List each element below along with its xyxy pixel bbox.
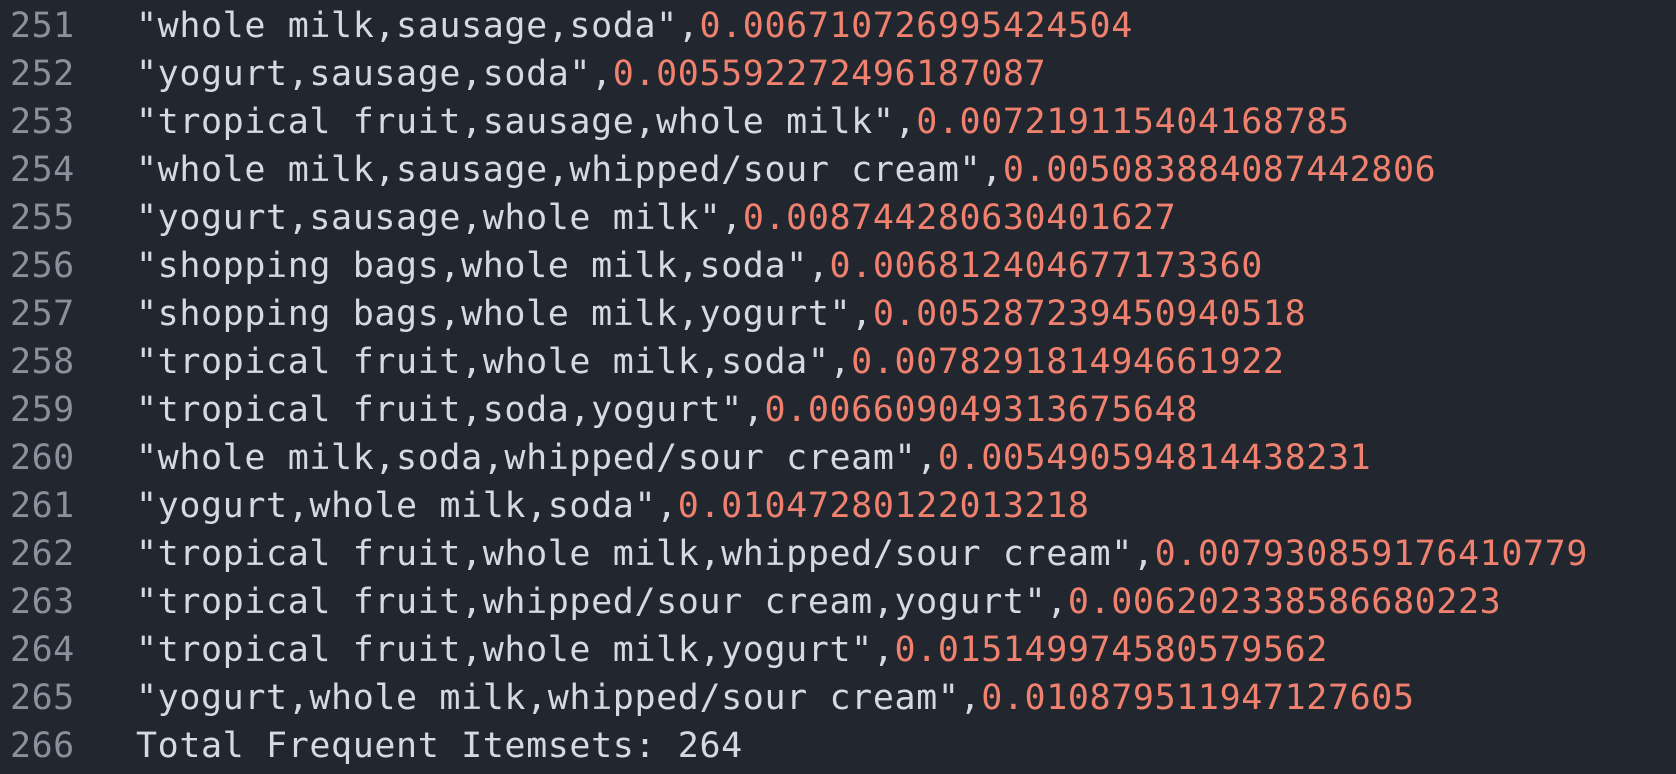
support-value: 0.005592272496187087 [612,54,1047,94]
comma: , [981,150,1003,190]
line-number: 254 [10,150,75,190]
code-line[interactable]: 256 "shopping bags,whole milk,soda",0.006… [0,242,1676,290]
support-value: 0.005287239450940518 [872,294,1307,334]
code-line[interactable]: 265 "yogurt,whole milk,whipped/sour cream… [0,674,1676,722]
line-content: "tropical fruit,whipped/sour cream,yogur… [84,578,1501,626]
comma: , [959,678,982,718]
comma: , [677,6,700,46]
line-content: "whole milk,sausage,whipped/sour cream",… [84,146,1436,194]
support-value: 0.008744280630401627 [742,198,1177,238]
line-content: "whole milk,sausage,soda",0.006710726995… [84,2,1133,50]
support-value: 0.007829181494661922 [851,342,1285,382]
support-value: 0.006710726995424504 [699,6,1133,46]
line-number: 264 [10,630,75,670]
itemset-string: "whole milk,sausage,soda" [136,6,678,46]
line-content: "yogurt,sausage,whole milk",0.0087442806… [84,194,1176,242]
line-number: 252 [10,54,75,94]
comma: , [1132,534,1155,574]
support-value: 0.007930859176410779 [1154,534,1589,574]
line-number: 253 [10,102,75,142]
itemset-string: "whole milk,soda,whipped/sour cream" [136,438,917,478]
code-line[interactable]: 264 "tropical fruit,whole milk,yogurt",0.… [0,626,1676,674]
support-value: 0.005490594814438231 [937,438,1372,478]
line-number: 259 [10,390,75,430]
line-number: 255 [10,198,75,238]
code-line[interactable]: 262 "tropical fruit,whole milk,whipped/so… [0,530,1676,578]
comma: , [872,630,895,670]
comma: , [591,54,613,94]
line-number: 260 [10,438,75,478]
support-value: 0.006812404677173360 [829,246,1263,286]
line-number: 258 [10,342,75,382]
support-value: 0.01047280122013218 [677,486,1090,526]
itemset-string: "tropical fruit,whipped/sour cream,yogur… [136,582,1047,622]
code-line[interactable]: 255 "yogurt,sausage,whole milk",0.0087442… [0,194,1676,242]
line-number: 251 [10,6,75,46]
code-line[interactable]: 254 "whole milk,sausage,whipped/sour crea… [0,146,1676,194]
itemset-string: "whole milk,sausage,whipped/sour cream" [136,150,982,190]
code-line[interactable]: 252 "yogurt,sausage,soda",0.0055922724961… [0,50,1676,98]
code-line[interactable]: 261 "yogurt,whole milk,soda",0.0104728012… [0,482,1676,530]
itemset-string: "yogurt,sausage,soda" [136,54,592,94]
line-number: 257 [10,294,75,334]
line-number: 263 [10,582,75,622]
support-value: 0.005083884087442806 [1002,150,1437,190]
line-content: "whole milk,soda,whipped/sour cream",0.0… [84,434,1371,482]
code-line-total[interactable]: 266 Total Frequent Itemsets: 264 [0,722,1676,770]
line-content: "shopping bags,whole milk,yogurt",0.0052… [84,290,1306,338]
comma: , [851,294,873,334]
comma: , [916,438,938,478]
support-value: 0.007219115404168785 [916,102,1350,142]
line-content: "tropical fruit,whole milk,whipped/sour … [84,530,1588,578]
total-itemsets-text: Total Frequent Itemsets: 264 [136,726,743,766]
itemset-string: "yogurt,whole milk,whipped/sour cream" [136,678,960,718]
itemset-string: "yogurt,sausage,whole milk" [136,198,722,238]
itemset-string: "shopping bags,whole milk,yogurt" [136,294,852,334]
line-content: "tropical fruit,whole milk,soda",0.00782… [84,338,1285,386]
line-content: "tropical fruit,sausage,whole milk",0.00… [84,98,1350,146]
line-number: 256 [10,246,75,286]
code-lines: 251 "whole milk,sausage,soda",0.006710726… [0,2,1676,770]
itemset-string: "tropical fruit,sausage,whole milk" [136,102,895,142]
code-line[interactable]: 251 "whole milk,sausage,soda",0.006710726… [0,2,1676,50]
support-value: 0.006609049313675648 [764,390,1198,430]
line-number: 262 [10,534,75,574]
line-content: "shopping bags,whole milk,soda",0.006812… [84,242,1263,290]
line-number: 266 [10,726,75,766]
itemset-string: "shopping bags,whole milk,soda" [136,246,808,286]
line-number: 265 [10,678,75,718]
comma: , [742,390,765,430]
code-line[interactable]: 258 "tropical fruit,whole milk,soda",0.00… [0,338,1676,386]
comma: , [1046,582,1068,622]
itemset-string: "tropical fruit,soda,yogurt" [136,390,743,430]
support-value: 0.006202338586680223 [1067,582,1502,622]
code-line[interactable]: 257 "shopping bags,whole milk,yogurt",0.0… [0,290,1676,338]
code-editor[interactable]: 251 "whole milk,sausage,soda",0.006710726… [0,0,1676,774]
line-content: "yogurt,whole milk,whipped/sour cream",0… [84,674,1415,722]
itemset-string: "tropical fruit,whole milk,soda" [136,342,830,382]
support-value: 0.010879511947127605 [981,678,1415,718]
itemset-string: "yogurt,whole milk,soda" [136,486,657,526]
code-line[interactable]: 260 "whole milk,soda,whipped/sour cream",… [0,434,1676,482]
comma: , [656,486,678,526]
line-number: 261 [10,486,75,526]
code-line[interactable]: 253 "tropical fruit,sausage,whole milk",0… [0,98,1676,146]
comma: , [894,102,917,142]
line-content: "tropical fruit,soda,yogurt",0.006609049… [84,386,1198,434]
support-value: 0.015149974580579562 [894,630,1328,670]
comma: , [721,198,743,238]
line-content: "yogurt,sausage,soda",0.0055922724961870… [84,50,1046,98]
code-line[interactable]: 259 "tropical fruit,soda,yogurt",0.006609… [0,386,1676,434]
comma: , [807,246,830,286]
itemset-string: "tropical fruit,whole milk,whipped/sour … [136,534,1133,574]
line-content: Total Frequent Itemsets: 264 [84,722,743,770]
line-content: "tropical fruit,whole milk,yogurt",0.015… [84,626,1328,674]
comma: , [829,342,852,382]
code-line[interactable]: 263 "tropical fruit,whipped/sour cream,yo… [0,578,1676,626]
line-content: "yogurt,whole milk,soda",0.0104728012201… [84,482,1090,530]
itemset-string: "tropical fruit,whole milk,yogurt" [136,630,873,670]
